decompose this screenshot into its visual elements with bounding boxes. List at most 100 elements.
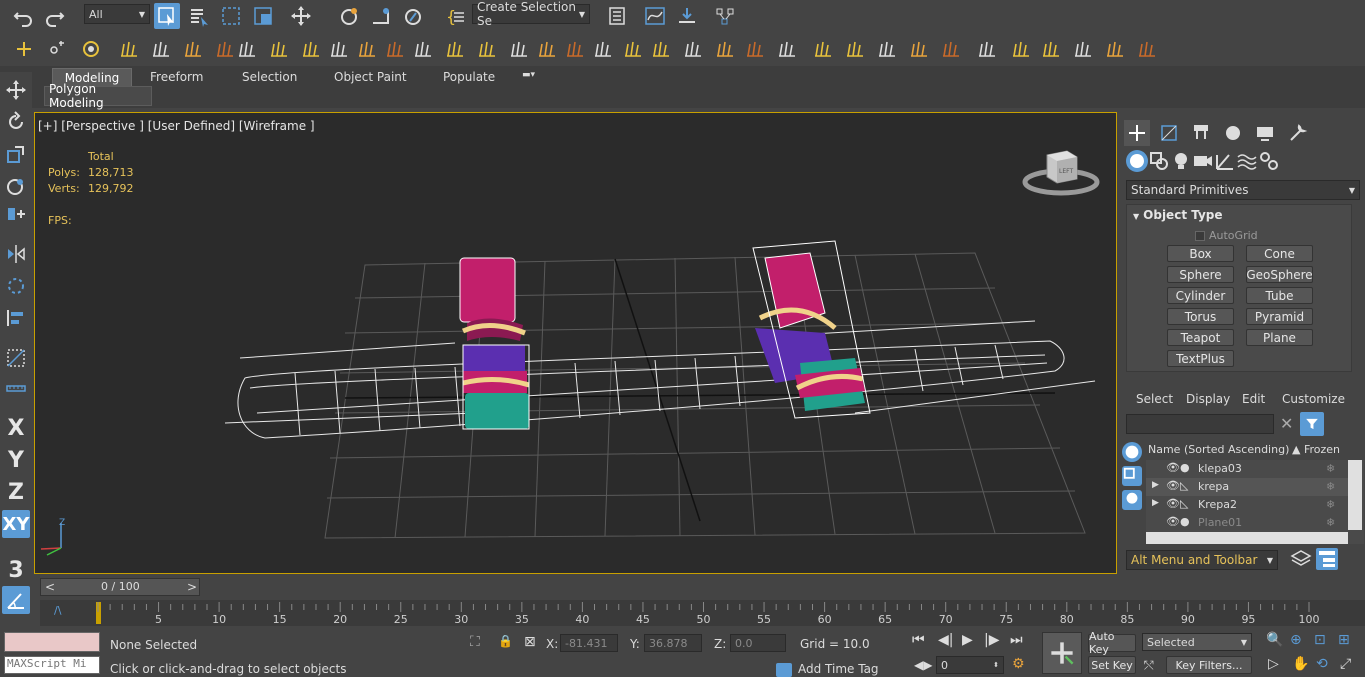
tab-selection[interactable]: Selection: [242, 70, 297, 84]
primitive-button-box[interactable]: Box: [1167, 245, 1234, 262]
explorer-scrollbar[interactable]: [1348, 460, 1362, 530]
tool-19-icon[interactable]: [648, 36, 674, 62]
schematic-view-icon[interactable]: [712, 3, 738, 29]
lights-icon[interactable]: [1170, 150, 1192, 172]
angle-snap-icon[interactable]: [368, 3, 394, 29]
play-icon[interactable]: ▶: [962, 632, 973, 648]
curve-editor-icon[interactable]: [642, 3, 668, 29]
maximize-viewport-icon[interactable]: ⤢: [1340, 656, 1351, 672]
tab-object-paint[interactable]: Object Paint: [334, 70, 407, 84]
tool-30-icon[interactable]: [1008, 36, 1034, 62]
key-filters-button[interactable]: Key Filters...: [1166, 656, 1252, 674]
primitive-button-plane[interactable]: Plane: [1246, 329, 1313, 346]
tool-33-icon[interactable]: [1102, 36, 1128, 62]
restrict-y-button[interactable]: Y: [2, 446, 30, 474]
layer-explorer-icon[interactable]: [1290, 548, 1312, 570]
primitive-button-cone[interactable]: Cone: [1246, 245, 1313, 262]
tool-21-icon[interactable]: [712, 36, 738, 62]
frozen-icon[interactable]: ❄: [1326, 516, 1335, 529]
go-to-start-icon[interactable]: ⏮: [912, 632, 925, 648]
expand-icon[interactable]: ▶: [1152, 498, 1159, 508]
workspace-dropdown[interactable]: Alt Menu and Toolbar ▼: [1126, 550, 1278, 570]
tool-1-icon[interactable]: [116, 36, 142, 62]
zoom-extents-icon[interactable]: ⊡: [1314, 632, 1326, 648]
zoom-extents-all-icon[interactable]: ⊞: [1338, 632, 1350, 648]
rotate-icon[interactable]: [2, 108, 30, 136]
menu-customize[interactable]: Customize: [1282, 392, 1345, 406]
key-filter-icon[interactable]: ⤲: [1144, 658, 1154, 673]
go-to-end-icon[interactable]: ⏭: [1010, 632, 1023, 648]
tab-freeform[interactable]: Freeform: [150, 70, 203, 84]
redo-icon[interactable]: [42, 3, 68, 29]
slider-next-icon[interactable]: >: [187, 580, 197, 594]
display-shapes-icon[interactable]: [1122, 466, 1142, 486]
cameras-icon[interactable]: [1192, 150, 1214, 172]
hierarchy-view-icon[interactable]: [1316, 548, 1338, 570]
snap-toggle-icon[interactable]: [336, 3, 362, 29]
primitive-button-sphere[interactable]: Sphere: [1167, 266, 1234, 283]
tool-10-icon[interactable]: [382, 36, 408, 62]
explorer-row[interactable]: 👁 ● Plane01 ❄: [1146, 514, 1348, 532]
expand-icon[interactable]: ▶: [1152, 480, 1159, 490]
menu-edit[interactable]: Edit: [1242, 392, 1265, 406]
tool-23-icon[interactable]: [774, 36, 800, 62]
zoom-all-icon[interactable]: ⊕: [1290, 632, 1302, 648]
col-name-header[interactable]: Name (Sorted Ascending): [1148, 443, 1289, 456]
restrict-x-button[interactable]: X: [2, 414, 30, 442]
rectangular-selection-icon[interactable]: [218, 3, 244, 29]
edit-named-selection-icon[interactable]: {: [442, 3, 468, 29]
align-icon[interactable]: [2, 304, 30, 332]
frozen-icon[interactable]: ❄: [1326, 462, 1335, 475]
visibility-eye-icon[interactable]: 👁: [1166, 497, 1180, 510]
named-selection-sets[interactable]: Create Selection Se ▼: [472, 0, 590, 28]
mirror-icon[interactable]: [2, 240, 30, 268]
object-category-dropdown[interactable]: Standard Primitives ▼: [1126, 180, 1360, 200]
tool-3-icon[interactable]: [180, 36, 206, 62]
time-config-icon[interactable]: ⚙: [1012, 656, 1025, 672]
x-coord-field[interactable]: -81.431: [560, 634, 618, 652]
tool-2-icon[interactable]: [148, 36, 174, 62]
absolute-mode-icon[interactable]: ⊠: [524, 634, 536, 650]
tool-32-icon[interactable]: [1070, 36, 1096, 62]
angle-snap-button[interactable]: [2, 586, 30, 614]
frozen-icon[interactable]: ❄: [1326, 480, 1335, 493]
link-icon[interactable]: [10, 36, 36, 62]
key-mode-icon[interactable]: ◀▶: [914, 658, 932, 672]
shapes-icon[interactable]: [1148, 150, 1170, 172]
percent-snap-icon[interactable]: [400, 3, 426, 29]
primitive-button-textplus[interactable]: TextPlus: [1167, 350, 1234, 367]
restrict-xy-button[interactable]: XY: [2, 510, 30, 538]
maxscript-listener[interactable]: MAXScript Mi: [4, 656, 100, 674]
create-tab-icon[interactable]: [1124, 120, 1150, 146]
visibility-eye-icon[interactable]: 👁: [1166, 461, 1180, 474]
tab-populate[interactable]: Populate: [443, 70, 495, 84]
geometry-icon[interactable]: [1126, 150, 1148, 172]
scale-icon[interactable]: [2, 140, 30, 168]
select-object-icon[interactable]: [154, 3, 180, 29]
render-setup-icon[interactable]: [674, 3, 700, 29]
tool-31-icon[interactable]: [1038, 36, 1064, 62]
y-coord-field[interactable]: 36.878: [644, 634, 702, 652]
motion-tab-icon[interactable]: [1220, 120, 1246, 146]
explorer-search-input[interactable]: [1126, 414, 1274, 434]
explorer-hscrollbar[interactable]: [1146, 532, 1348, 544]
field-of-view-icon[interactable]: ▷: [1268, 656, 1279, 672]
restrict-z-button[interactable]: Z: [2, 478, 30, 506]
region-select-icon[interactable]: [2, 344, 30, 372]
viewport[interactable]: [+] [Perspective ] [User Defined] [Wiref…: [34, 112, 1117, 574]
scene-explorer-icon[interactable]: [604, 3, 630, 29]
current-frame-field[interactable]: 0 ⬍: [936, 656, 1004, 674]
frozen-icon[interactable]: ❄: [1326, 498, 1335, 511]
utilities-tab-icon[interactable]: [1284, 120, 1310, 146]
explorer-row[interactable]: ▶ 👁 ◺ krepa ❄: [1146, 478, 1348, 496]
set-key-button[interactable]: Set Key: [1088, 656, 1136, 674]
move-icon[interactable]: [288, 3, 314, 29]
tool-15-icon[interactable]: [534, 36, 560, 62]
tool-18-icon[interactable]: [620, 36, 646, 62]
hierarchy-tab-icon[interactable]: [1188, 120, 1214, 146]
measure-icon[interactable]: [2, 374, 30, 402]
tool-28-icon[interactable]: [938, 36, 964, 62]
tool-24-icon[interactable]: [810, 36, 836, 62]
placement-icon[interactable]: [2, 172, 30, 200]
unlink-icon[interactable]: [44, 36, 70, 62]
